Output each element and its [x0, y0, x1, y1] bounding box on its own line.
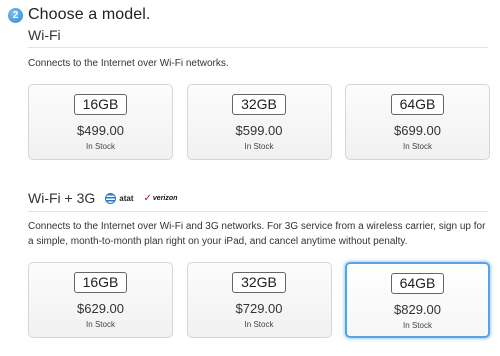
step-number-badge: 2 [8, 7, 23, 23]
wifi-divider [28, 47, 488, 48]
capacity-label: 32GB [232, 94, 286, 115]
wifi-3g-model-64gb-card[interactable]: 64GB $829.00 In Stock [345, 262, 490, 338]
capacity-label: 64GB [390, 94, 445, 115]
att-logo-text: atat [119, 193, 134, 203]
wifi-heading-label: Wi-Fi [28, 27, 61, 43]
capacity-label: 16GB [73, 94, 128, 115]
wifi-heading: Wi-Fi [28, 27, 61, 43]
step-header: 2 Choose a model. [8, 6, 150, 24]
price-label: $829.00 [394, 302, 441, 317]
wifi-model-16gb-card[interactable]: 16GB $499.00 In Stock [28, 84, 173, 160]
capacity-label: 64GB [390, 273, 445, 294]
att-globe-icon [105, 192, 117, 204]
step-title: Choose a model. [28, 6, 151, 23]
stock-status: In Stock [403, 142, 432, 151]
verizon-logo: ✓ verizon [144, 193, 178, 204]
wifi-description: Connects to the Internet over Wi-Fi netw… [28, 58, 229, 69]
wifi-3g-model-16gb-card[interactable]: 16GB $629.00 In Stock [28, 262, 173, 338]
carrier-logos: atat ✓ verizon [105, 192, 178, 204]
stock-status: In Stock [86, 320, 115, 329]
capacity-label: 32GB [232, 272, 286, 293]
price-label: $729.00 [235, 301, 283, 316]
wifi-model-row: 16GB $499.00 In Stock 32GB $599.00 In St… [28, 84, 490, 160]
stock-status: In Stock [244, 320, 274, 329]
capacity-label: 16GB [73, 272, 128, 293]
wifi-3g-divider [28, 211, 488, 212]
price-label: $699.00 [394, 123, 441, 138]
verizon-check-icon: ✓ [143, 192, 152, 204]
price-label: $599.00 [235, 123, 283, 138]
verizon-logo-text: verizon [152, 194, 178, 202]
wifi-3g-model-32gb-card[interactable]: 32GB $729.00 In Stock [186, 262, 332, 338]
wifi-3g-heading-label: Wi-Fi + 3G [28, 190, 96, 206]
wifi-3g-heading: Wi-Fi + 3G atat ✓ verizon [28, 190, 177, 206]
stock-status: In Stock [86, 142, 115, 151]
wifi-3g-model-row: 16GB $629.00 In Stock 32GB $729.00 In St… [28, 262, 490, 338]
price-label: $499.00 [77, 123, 124, 138]
price-label: $629.00 [77, 301, 124, 316]
stock-status: In Stock [244, 142, 274, 151]
wifi-model-64gb-card[interactable]: 64GB $699.00 In Stock [345, 84, 490, 160]
stock-status: In Stock [403, 321, 432, 330]
wifi-3g-description: Connects to the Internet over Wi-Fi and … [28, 221, 486, 247]
wifi-model-32gb-card[interactable]: 32GB $599.00 In Stock [186, 84, 332, 160]
